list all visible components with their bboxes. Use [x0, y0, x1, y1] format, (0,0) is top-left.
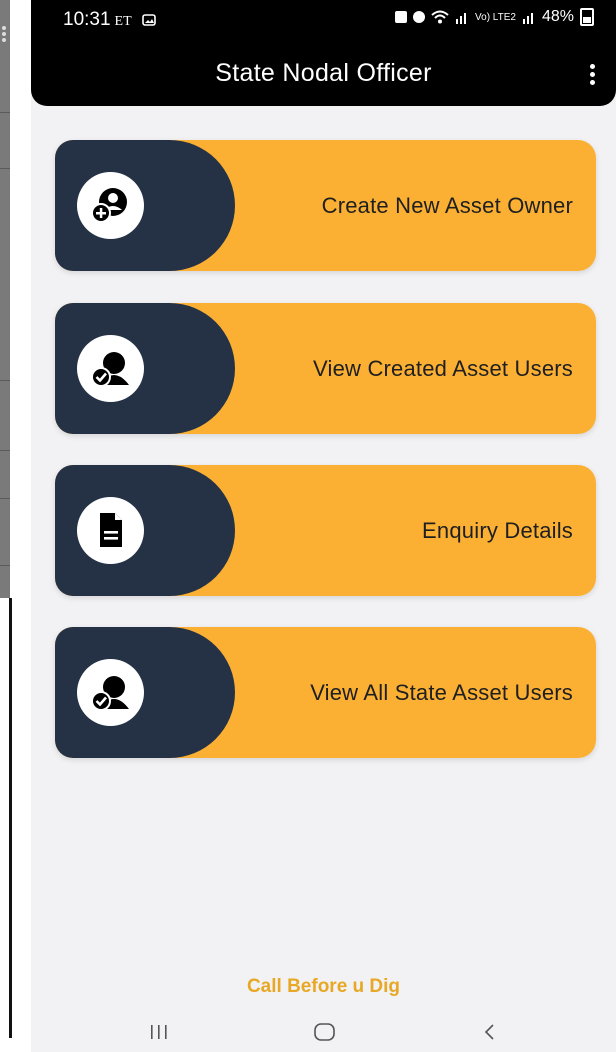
signal-icon [456, 13, 467, 24]
phone-screen: 10:31 ET Vo) LTE2 48% State Nodal Office… [31, 0, 616, 1052]
card-label: Create New Asset Owner [321, 192, 573, 218]
recent-apps-button[interactable] [149, 1022, 169, 1052]
view-all-state-asset-users-button[interactable]: View All State Asset Users [55, 627, 596, 758]
enquiry-details-button[interactable]: Enquiry Details [55, 465, 596, 596]
view-created-asset-users-button[interactable]: View Created Asset Users [55, 303, 596, 434]
add-user-icon [91, 188, 127, 223]
overflow-menu-icon[interactable] [590, 64, 596, 88]
status-bar: 10:31 ET Vo) LTE2 48% [31, 0, 616, 40]
icon-badge [77, 172, 144, 239]
battery-percent: 48% [541, 8, 574, 25]
status-time: 10:31 ET [63, 9, 156, 31]
home-button[interactable] [313, 1022, 337, 1052]
background-panel [0, 0, 10, 598]
signal-icon-2 [522, 13, 533, 24]
verified-user-icon [91, 352, 129, 387]
icon-badge [77, 335, 144, 402]
home-icon [314, 1023, 335, 1041]
back-icon [484, 1024, 494, 1040]
more-icon [2, 26, 6, 44]
icon-badge [77, 497, 144, 564]
app-bar: 10:31 ET Vo) LTE2 48% State Nodal Office… [31, 0, 616, 106]
wifi-icon [431, 10, 449, 24]
photo-icon [395, 11, 408, 23]
recents-icon [151, 1025, 167, 1039]
gallery-icon [142, 14, 156, 26]
page-title: State Nodal Officer [215, 59, 432, 87]
create-asset-owner-button[interactable]: Create New Asset Owner [55, 140, 596, 271]
system-nav-bar [31, 1022, 616, 1052]
back-button[interactable] [482, 1022, 498, 1052]
network-label: Vo) LTE2 [475, 11, 516, 23]
card-label: Enquiry Details [422, 517, 573, 543]
window-edge [9, 598, 12, 1038]
card-label: View All State Asset Users [310, 679, 573, 705]
verified-user-icon [91, 676, 129, 711]
card-label: View Created Asset Users [313, 355, 573, 381]
icon-badge [77, 659, 144, 726]
alarm-icon [413, 11, 426, 23]
background-window-strip [0, 0, 12, 1052]
battery-icon [580, 8, 594, 26]
call-before-u-dig-link[interactable]: Call Before u Dig [31, 976, 616, 998]
document-icon [100, 513, 122, 547]
status-icons: Vo) LTE2 48% [395, 8, 594, 26]
